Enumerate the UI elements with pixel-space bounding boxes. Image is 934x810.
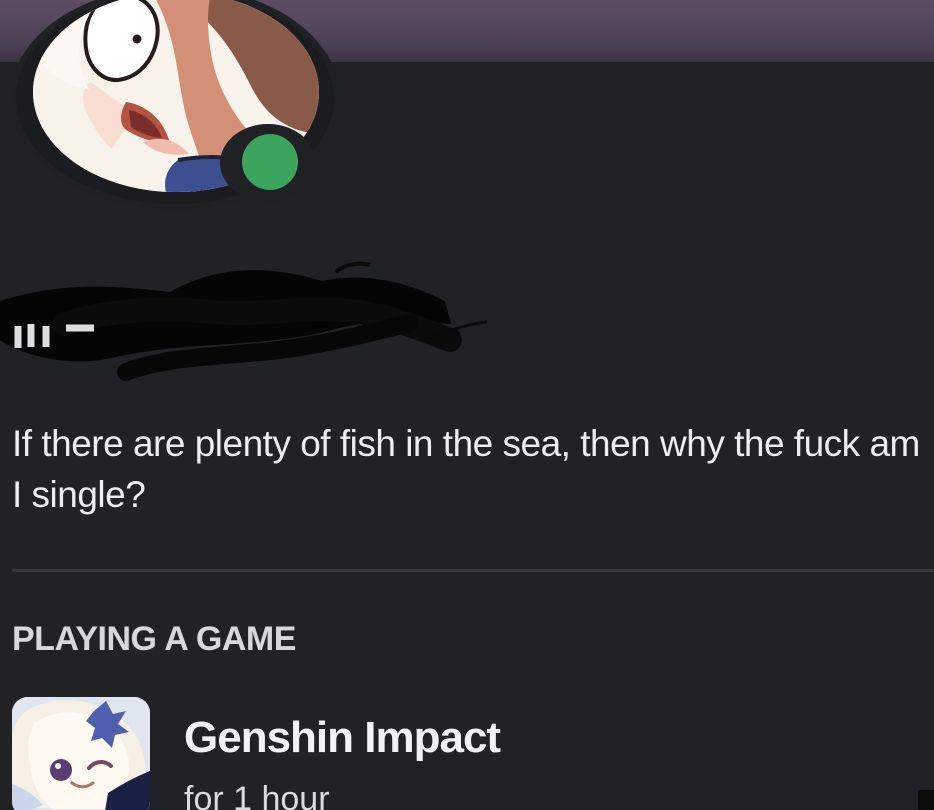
genshin-game-icon[interactable] (12, 697, 150, 810)
activity-heading: PLAYING A GAME (12, 620, 296, 658)
section-divider (12, 569, 934, 572)
game-title: Genshin Impact (184, 713, 501, 762)
online-status-icon (242, 134, 298, 190)
username-redaction (0, 246, 510, 391)
activity-duration: for 1 hour (184, 780, 330, 810)
about-me-text: If there are plenty of fish in the sea, … (12, 423, 920, 515)
activity-card[interactable]: Genshin Impact for 1 hour (12, 697, 934, 810)
corner-mark (918, 790, 934, 810)
